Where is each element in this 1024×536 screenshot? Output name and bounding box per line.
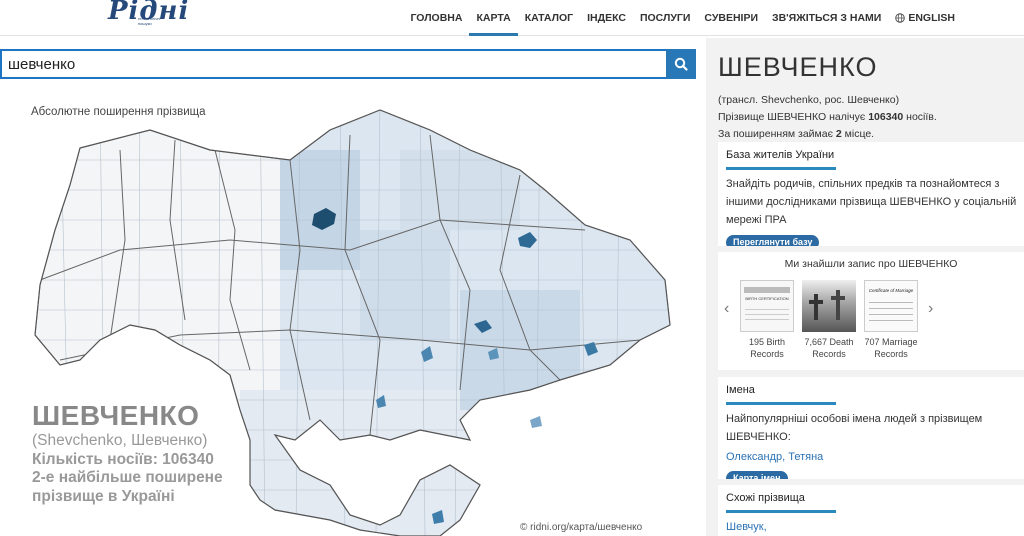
record-birth[interactable]: BIRTH CERTIFICATION 195 Birth Records bbox=[740, 280, 794, 360]
names-card: Імена Найпопулярніші особові імена людей… bbox=[718, 377, 1024, 479]
nav-map[interactable]: КАРТА bbox=[469, 0, 518, 36]
records-list: BIRTH CERTIFICATION 195 Birth Records 7,… bbox=[740, 280, 918, 360]
logo-subtitle: генеалогічні пошуки bbox=[138, 16, 161, 26]
records-card: Ми знайшли запис про ШЕВЧЕНКО ‹ BIRTH CE… bbox=[718, 252, 1024, 370]
record-marriage[interactable]: Certificate of Marriage 707 Marriage Rec… bbox=[864, 280, 918, 360]
records-heading: Ми знайшли запис про ШЕВЧЕНКО bbox=[784, 258, 958, 270]
panel-info: (трансл. Shevchenko, рос. Шевченко) Пріз… bbox=[718, 92, 1024, 143]
search-bar bbox=[0, 49, 696, 79]
base-heading: База жителів України bbox=[718, 142, 1024, 175]
names-heading: Імена bbox=[718, 377, 1024, 410]
panel-title: ШЕВЧЕНКО bbox=[718, 52, 878, 82]
nav-services[interactable]: ПОСЛУГИ bbox=[633, 0, 697, 36]
main-nav: ГОЛОВНА КАРТА КАТАЛОГ ІНДЕКС ПОСЛУГИ СУВ… bbox=[403, 0, 962, 36]
next-arrow-icon[interactable]: › bbox=[928, 300, 933, 318]
nav-souvenirs[interactable]: СУВЕНІРИ bbox=[697, 0, 765, 36]
base-text: Знайдіть родичів, спільних предків та по… bbox=[726, 178, 1017, 226]
base-card: База жителів України Знайдіть родичів, с… bbox=[718, 142, 1024, 246]
surname-overlay: ШЕВЧЕНКО (Shevchenko, Шевченко) Кількіст… bbox=[32, 400, 223, 506]
search-icon bbox=[674, 57, 688, 71]
overlay-surname: ШЕВЧЕНКО bbox=[32, 400, 200, 431]
overlay-rank: 2-е найбільше поширене bbox=[32, 469, 223, 486]
info-count: Прізвище ШЕВЧЕНКО налічує 106340 носіїв. bbox=[718, 111, 937, 123]
nav-home[interactable]: ГОЛОВНА bbox=[403, 0, 469, 36]
names-text: Найпопулярніші особові імена людей з прі… bbox=[726, 413, 983, 443]
surname-panel: ШЕВЧЕНКО (трансл. Shevchenko, рос. Шевче… bbox=[706, 38, 1024, 536]
map-area: Абсолютне поширення прізвища ШЕВЧЕНКО (S… bbox=[0, 90, 700, 536]
similar-card: Схожі прізвища Шевчук, bbox=[718, 485, 1024, 536]
prev-arrow-icon[interactable]: ‹ bbox=[724, 300, 729, 318]
top-navbar: Рідні генеалогічні пошуки ГОЛОВНА КАРТА … bbox=[0, 0, 1024, 36]
search-button[interactable] bbox=[666, 49, 696, 79]
overlay-translit: (Shevchenko, Шевченко) bbox=[32, 432, 208, 449]
nav-catalog[interactable]: КАТАЛОГ bbox=[518, 0, 580, 36]
marriage-certificate-image: Certificate of Marriage bbox=[864, 280, 918, 332]
similar-surname-link[interactable]: Шевчук, bbox=[718, 518, 1024, 536]
overlay-rank-2: прізвище в Україні bbox=[32, 487, 175, 505]
nav-language[interactable]: ENGLISH bbox=[888, 0, 962, 36]
record-death[interactable]: 7,667 Death Records bbox=[802, 280, 856, 360]
globe-icon bbox=[895, 13, 906, 23]
birth-certificate-image: BIRTH CERTIFICATION bbox=[740, 280, 794, 332]
info-rank: За поширенням займає 2 місце. bbox=[718, 128, 875, 140]
nav-index[interactable]: ІНДЕКС bbox=[580, 0, 633, 36]
language-label: ENGLISH bbox=[908, 12, 955, 24]
overlay-count: Кількість носіїв: 106340 bbox=[32, 450, 214, 468]
nav-contact[interactable]: ЗВ'ЯЖІТЬСЯ З НАМИ bbox=[765, 0, 888, 36]
cemetery-image bbox=[802, 280, 856, 332]
info-translit: (трансл. Shevchenko, рос. Шевченко) bbox=[718, 94, 900, 106]
map-copyright: © ridni.org/карта/шевченко bbox=[520, 522, 643, 533]
view-base-button[interactable]: Переглянути базу bbox=[726, 235, 820, 246]
search-input[interactable] bbox=[0, 49, 666, 79]
site-logo[interactable]: Рідні генеалогічні пошуки bbox=[108, 0, 188, 34]
names-map-button[interactable]: Карта імен bbox=[726, 471, 788, 479]
names-list-link[interactable]: Олександр, Тетяна bbox=[718, 448, 1024, 468]
similar-heading: Схожі прізвища bbox=[718, 485, 1024, 518]
